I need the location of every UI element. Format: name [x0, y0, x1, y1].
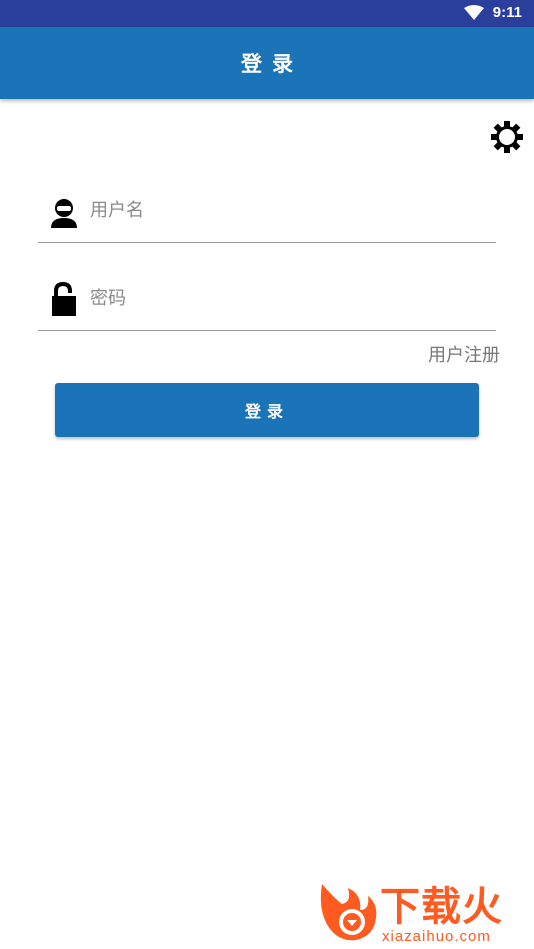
- lock-icon: [52, 282, 76, 316]
- page-title: 登录: [241, 52, 303, 76]
- watermark-brand: 下载火: [380, 884, 503, 930]
- password-input[interactable]: [90, 278, 480, 318]
- watermark: 下载火 xiazaihuo.com: [316, 878, 530, 946]
- login-button[interactable]: 登录: [55, 383, 479, 437]
- watermark-url: xiazaihuo.com: [382, 928, 491, 945]
- username-field: [38, 182, 496, 243]
- user-icon: [51, 199, 77, 228]
- app-bar: 登录: [0, 27, 534, 99]
- status-time: 9:11: [492, 4, 522, 21]
- status-bar: 9:11: [0, 0, 534, 27]
- wifi-icon: [464, 5, 484, 20]
- password-field: [38, 270, 496, 331]
- flame-logo-icon: [320, 884, 377, 941]
- username-input[interactable]: [90, 190, 480, 230]
- gear-icon[interactable]: [490, 120, 524, 154]
- register-link[interactable]: 用户注册: [428, 341, 500, 367]
